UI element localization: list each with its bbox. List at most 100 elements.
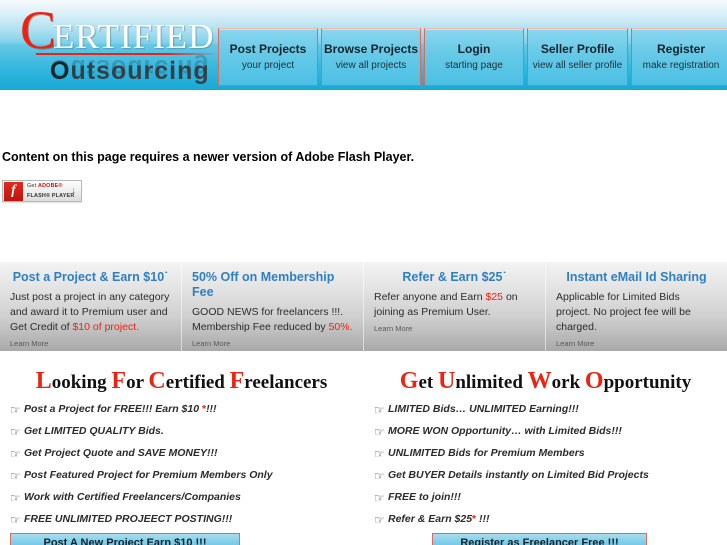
flash-badge-product: FLASH® PLAYER bbox=[27, 193, 75, 199]
promo-learn-more-link[interactable]: Learn More bbox=[192, 339, 353, 348]
title-rest: ork bbox=[551, 372, 581, 393]
main-navigation: Post Projects your project Browse Projec… bbox=[218, 28, 727, 86]
feature-list: ☞ LIMITED Bids… UNLIMITED Earning!!! ☞ M… bbox=[364, 402, 727, 534]
nav-item-browse-projects[interactable]: Browse Projects view all projects bbox=[321, 28, 421, 86]
promo-card-membership-fee[interactable]: 50% Off on Membership Fee GOOD NEWS for … bbox=[182, 262, 364, 351]
list-item-text: FREE UNLIMITED PROJEECT POSTING!!! bbox=[24, 513, 233, 525]
pointing-hand-icon: ☞ bbox=[374, 403, 385, 417]
nav-title: Login bbox=[457, 41, 491, 56]
list-item-label: Post a Project for FREE!!! Earn $10 *!!! bbox=[24, 402, 217, 416]
nav-subtitle: view all seller profile bbox=[532, 59, 623, 71]
title-rest: reelancers bbox=[244, 372, 328, 393]
list-item: ☞ Get Project Quote and SAVE MONEY!!! bbox=[0, 446, 363, 468]
nav-title: Seller Profile bbox=[540, 41, 615, 56]
promo-card-email-sharing[interactable]: Instant eMail Id Sharing Applicable for … bbox=[546, 262, 727, 351]
flash-badge-text: Get ADOBE® FLASH® PLAYER bbox=[27, 182, 74, 200]
title-cap: U bbox=[437, 368, 456, 394]
list-item: ☞ UNLIMITED Bids for Premium Members bbox=[364, 446, 727, 468]
promo-body-highlight: 50%. bbox=[328, 321, 353, 333]
promo-card-refer-earn[interactable]: Refer & Earn $25˙ Refer anyone and Earn … bbox=[364, 262, 546, 351]
list-item-text: UNLIMITED Bids for Premium Members bbox=[388, 447, 585, 459]
list-item: ☞ Get LIMITED QUALITY Bids. bbox=[0, 424, 363, 446]
title-rest: pportunity bbox=[603, 372, 692, 393]
title-cap: G bbox=[399, 368, 419, 394]
flash-badge-get: Get bbox=[27, 183, 38, 189]
nav-item-register[interactable]: Register make registration bbox=[631, 28, 727, 86]
title-cap: C bbox=[148, 368, 166, 394]
post-new-project-button[interactable]: Post A New Project Earn $10 !!! bbox=[10, 533, 240, 545]
register-freelancer-button[interactable]: Register as Freelancer Free !!! bbox=[432, 533, 647, 545]
nav-subtitle: view all projects bbox=[335, 59, 407, 71]
promo-body: Applicable for Limited Bids project. No … bbox=[556, 290, 717, 335]
list-item: ☞ Post Featured Project for Premium Memb… bbox=[0, 468, 363, 490]
list-item-label: Refer & Earn $25* !!! bbox=[388, 512, 490, 526]
list-item-label: Work with Certified Freelancers/Companie… bbox=[24, 490, 241, 504]
nav-item-seller-profile[interactable]: Seller Profile view all seller profile bbox=[527, 28, 628, 86]
list-item-text: Get Project Quote and SAVE MONEY!!! bbox=[24, 447, 218, 459]
promo-body-pre: Refer anyone and Earn bbox=[374, 291, 486, 303]
nav-subtitle: your project bbox=[241, 59, 295, 71]
list-item-label: UNLIMITED Bids for Premium Members bbox=[388, 446, 585, 460]
list-item: ☞ Refer & Earn $25* !!! bbox=[364, 512, 727, 534]
page-root: CERTIFIED Outsourcing Outsourcing Post P… bbox=[0, 0, 727, 545]
list-item-label: Get LIMITED QUALITY Bids. bbox=[24, 424, 164, 438]
title-rest: et bbox=[418, 372, 434, 393]
list-item: ☞ FREE UNLIMITED PROJEECT POSTING!!! bbox=[0, 512, 363, 534]
list-item: ☞ FREE to join!!! bbox=[364, 490, 727, 512]
feature-column-title: Looking For Certified Freelancers bbox=[0, 366, 363, 396]
promo-title: Refer & Earn $25˙ bbox=[402, 270, 507, 284]
nav-subtitle: make registration bbox=[642, 59, 720, 71]
nav-item-post-projects[interactable]: Post Projects your project bbox=[218, 28, 318, 86]
list-item-text: Refer & Earn $25 bbox=[388, 513, 473, 525]
logo-reflection: Outsourcing bbox=[50, 54, 210, 82]
promo-learn-more-link[interactable]: Learn More bbox=[10, 339, 171, 348]
site-logo[interactable]: CERTIFIED Outsourcing Outsourcing bbox=[14, 3, 224, 88]
list-item-text: FREE to join!!! bbox=[388, 491, 461, 503]
logo-word-certified: ERTIFIED bbox=[53, 17, 215, 56]
logo-drop-cap: C bbox=[20, 0, 57, 60]
title-cap: F bbox=[229, 368, 245, 394]
list-item-suffix: !!! bbox=[476, 513, 490, 525]
promo-card-post-project[interactable]: Post a Project & Earn $10˙ Just post a p… bbox=[0, 262, 182, 351]
nav-title: Browse Projects bbox=[323, 41, 419, 56]
cta-row: Post A New Project Earn $10 !!! Register… bbox=[0, 533, 727, 545]
pointing-hand-icon: ☞ bbox=[374, 469, 385, 483]
site-header: CERTIFIED Outsourcing Outsourcing Post P… bbox=[0, 0, 727, 90]
list-item-text: Work with Certified Freelancers/Companie… bbox=[24, 491, 241, 503]
get-adobe-flash-player-button[interactable]: f Get ADOBE® FLASH® PLAYER ↓ bbox=[2, 180, 82, 202]
list-item-label: LIMITED Bids… UNLIMITED Earning!!! bbox=[388, 402, 579, 416]
feature-column-title: Get Unlimited Work Opportunity bbox=[364, 366, 727, 396]
list-item: ☞ LIMITED Bids… UNLIMITED Earning!!! bbox=[364, 402, 727, 424]
title-rest: nlimited bbox=[455, 372, 523, 393]
download-arrow-icon: ↓ bbox=[71, 185, 77, 195]
nav-item-login[interactable]: Login starting page bbox=[424, 28, 524, 86]
list-item-text: Get BUYER Details instantly on Limited B… bbox=[388, 469, 649, 481]
title-rest: ooking bbox=[51, 372, 107, 393]
title-cap: W bbox=[527, 368, 552, 394]
nav-subtitle: starting page bbox=[445, 59, 503, 71]
list-item-label: FREE UNLIMITED PROJEECT POSTING!!! bbox=[24, 512, 232, 526]
list-item-label: MORE WON Opportunity… with Limited Bids!… bbox=[388, 424, 622, 438]
list-item-text: Post a Project for FREE!!! Earn $10 bbox=[24, 403, 202, 415]
list-item: ☞ Work with Certified Freelancers/Compan… bbox=[0, 490, 363, 512]
pointing-hand-icon: ☞ bbox=[10, 513, 21, 527]
promo-title: Instant eMail Id Sharing bbox=[566, 270, 707, 284]
feature-list: ☞ Post a Project for FREE!!! Earn $10 *!… bbox=[0, 402, 363, 534]
pointing-hand-icon: ☞ bbox=[374, 425, 385, 439]
promo-learn-more-link[interactable]: Learn More bbox=[374, 324, 535, 333]
nav-title: Post Projects bbox=[229, 41, 307, 56]
flash-logo-icon: f bbox=[4, 181, 23, 201]
promo-body-highlight: $25 bbox=[485, 291, 504, 303]
promo-learn-more-link[interactable]: Learn More bbox=[556, 339, 717, 348]
promo-body-pre: GOOD NEWS for freelancers !!!. Membershi… bbox=[192, 306, 344, 333]
title-rest: or bbox=[126, 372, 144, 393]
list-item-label: Get BUYER Details instantly on Limited B… bbox=[388, 468, 649, 482]
pointing-hand-icon: ☞ bbox=[374, 491, 385, 505]
list-item-text: LIMITED Bids… UNLIMITED Earning!!! bbox=[388, 403, 579, 415]
promo-body-highlight: $10 of project. bbox=[72, 321, 139, 333]
logo-line-certified: CERTIFIED bbox=[14, 3, 224, 57]
list-item-text: MORE WON Opportunity… with Limited Bids!… bbox=[388, 425, 622, 437]
nav-title: Register bbox=[656, 41, 706, 56]
flash-player-notice: Content on this page requires a newer ve… bbox=[2, 150, 415, 164]
list-item: ☞ MORE WON Opportunity… with Limited Bid… bbox=[364, 424, 727, 446]
